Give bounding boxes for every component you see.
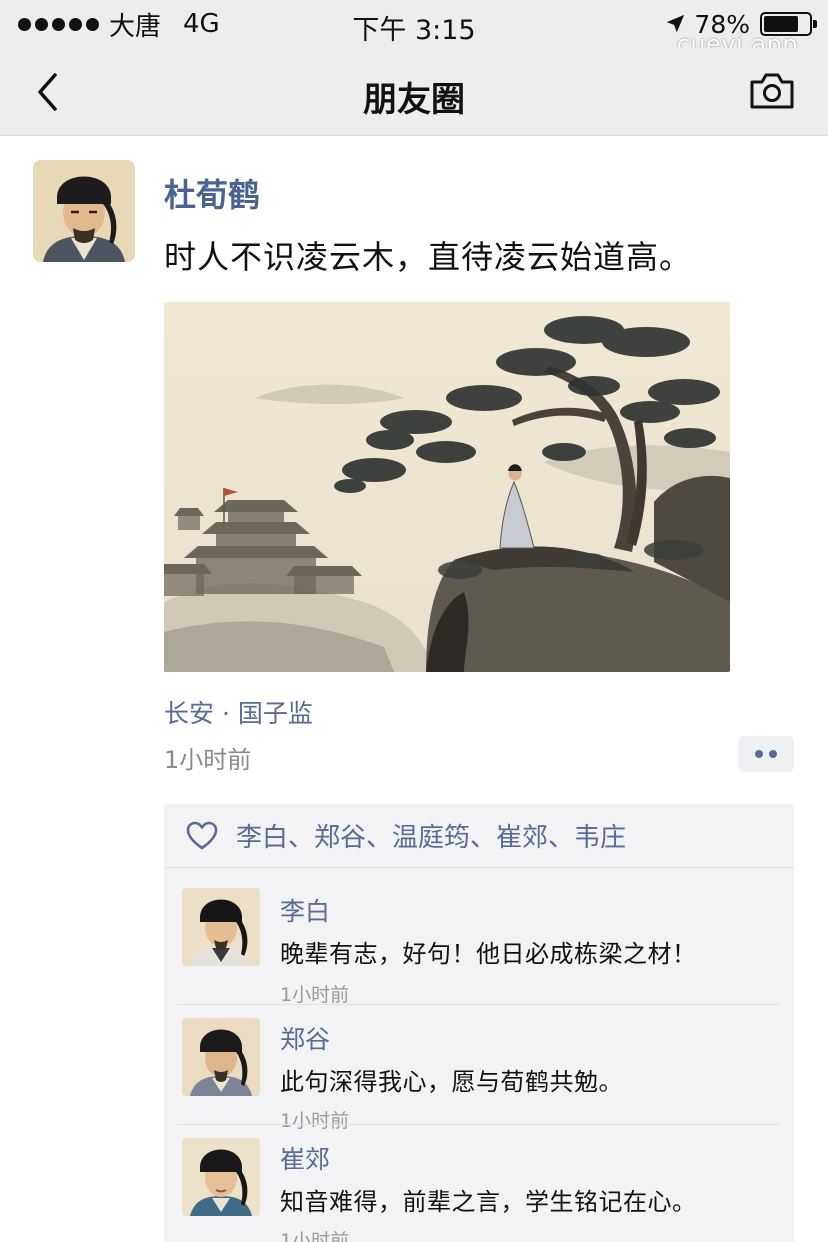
commenter-avatar[interactable] [182,888,260,966]
author-avatar[interactable] [33,160,135,262]
comment-time: 1小时前 [280,984,350,1006]
comment-time: 1小时前 [280,1110,350,1132]
comment-author[interactable]: 郑谷 [280,1020,330,1056]
post-time: 1小时前 [164,746,252,774]
status-bar: 大唐 4G 下午 3:15 78% cuevi.app [0,0,828,58]
scholar-portrait-image [182,1018,260,1096]
heart-icon [186,821,218,849]
post-image[interactable] [164,302,730,672]
comment-divider [178,1004,780,1005]
post-text: 时人不识凌云木，直待凌云始道高。 [164,238,693,276]
more-actions-button[interactable] [738,736,794,772]
camera-icon [750,73,794,109]
like-names[interactable]: 李白、郑谷、温庭筠、崔郊、韦庄 [236,817,626,854]
comment-text: 此句深得我心，愿与荀鹤共勉。 [280,1068,623,1096]
camera-button[interactable] [748,70,796,112]
scholar-portrait-image [182,888,260,966]
post-location[interactable]: 长安 · 国子监 [164,694,313,730]
comment-time: 1小时前 [280,1230,350,1242]
commenter-avatar[interactable] [182,1138,260,1216]
nav-bar: 朋友圈 [0,48,828,136]
post-author-name[interactable]: 杜荀鹤 [164,170,260,216]
ink-painting-image [164,302,730,672]
scholar-portrait-image [182,1138,260,1216]
likes-row: 李白、郑谷、温庭筠、崔郊、韦庄 [164,804,794,868]
comment-divider [178,1124,780,1125]
comment-text: 晚辈有志，好句！他日必成栋梁之材！ [280,940,697,968]
commenter-avatar[interactable] [182,1018,260,1096]
comment-author[interactable]: 崔郊 [280,1140,330,1176]
scholar-portrait-image [33,160,135,262]
dot-icon [769,750,777,758]
dot-icon [755,750,763,758]
comment-author[interactable]: 李白 [280,892,330,928]
interaction-panel: 李白、郑谷、温庭筠、崔郊、韦庄 李白 晚辈有志，好句！他日必成栋梁之材！ 1小时… [164,804,794,1242]
comment-text: 知音难得，前辈之言，学生铭记在心。 [280,1188,697,1216]
page-title: 朋友圈 [363,80,465,120]
